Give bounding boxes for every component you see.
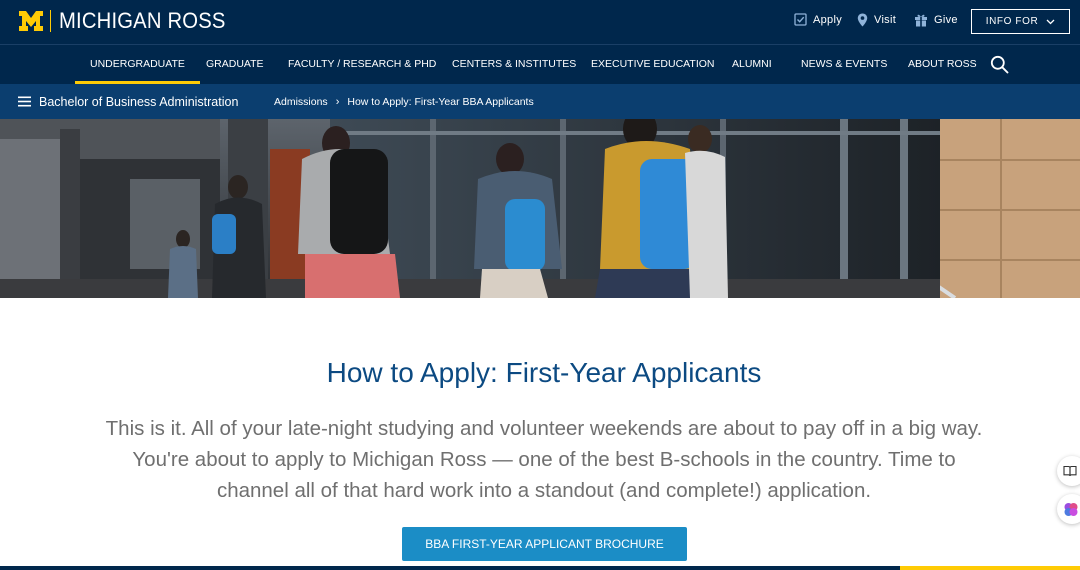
give-label: Give [934,14,958,26]
intro-paragraph: This is it. All of your late-night study… [105,417,983,502]
give-link[interactable]: Give [914,13,958,27]
breadcrumb-admissions[interactable]: Admissions [274,96,328,108]
nav-item-graduate[interactable]: GRADUATE [206,45,264,84]
search-button[interactable] [990,55,1009,79]
apply-label: Apply [813,13,843,26]
book-icon [1063,465,1077,477]
brain-icon [1064,503,1078,516]
michigan-ross-logo[interactable]: MICHIGAN ROSS [18,8,240,34]
nav-item-about-ross[interactable]: ABOUT ROSS [908,45,977,84]
nav-item-executive-education[interactable]: EXECUTIVE EDUCATION [591,45,715,84]
chevron-down-icon [1046,19,1055,24]
info-for-dropdown[interactable]: INFO FOR [971,9,1070,34]
hamburger-icon [18,96,31,107]
breadcrumb-separator: › [335,95,340,108]
breadcrumb-current-page: How to Apply: First-Year BBA Applicants [347,95,534,108]
page-title: How to Apply: First-Year Applicants [326,357,762,388]
breadcrumb: Admissions › How to Apply: First-Year BB… [274,84,534,119]
visit-label: Visit [874,14,897,26]
gift-icon [915,14,927,27]
hero-photo-students-walking [0,119,1080,298]
nav-item-undergraduate[interactable]: UNDERGRADUATE [75,45,200,84]
nav-item-centers-institutes[interactable]: CENTERS & INSTITUTES [452,45,576,84]
bottom-maize-strip [900,566,1080,570]
reader-widget-button[interactable] [1057,456,1080,486]
program-subnav: Bachelor of Business Administration Admi… [0,84,1080,119]
nav-item-faculty-research-phd[interactable]: FACULTY / RESEARCH & PHD [288,45,436,84]
nav-item-alumni[interactable]: ALUMNI [732,45,772,84]
assistant-widget-button[interactable] [1057,494,1080,524]
hero-image [0,119,1080,298]
nav-item-news-events[interactable]: NEWS & EVENTS [801,45,887,84]
program-name: Bachelor of Business Administration [39,94,239,109]
main-navigation: UNDERGRADUATE GRADUATE FACULTY / RESEARC… [0,44,1080,84]
bba-brochure-button[interactable]: BBA FIRST-YEAR APPLICANT BROCHURE [402,527,687,561]
program-menu-toggle[interactable]: Bachelor of Business Administration [18,84,238,119]
logo-text: MICHIGAN ROSS [59,8,226,33]
apply-link[interactable]: Apply [794,13,842,26]
logo-divider [50,10,51,32]
map-pin-icon [857,13,868,27]
info-for-label: INFO FOR [985,16,1039,27]
top-bar: MICHIGAN ROSS Apply Visit Give INFO FOR [0,0,1080,44]
visit-link[interactable]: Visit [857,13,896,27]
search-icon [990,55,1009,74]
checkbox-icon [794,13,807,26]
block-m-logo-icon [19,11,43,31]
